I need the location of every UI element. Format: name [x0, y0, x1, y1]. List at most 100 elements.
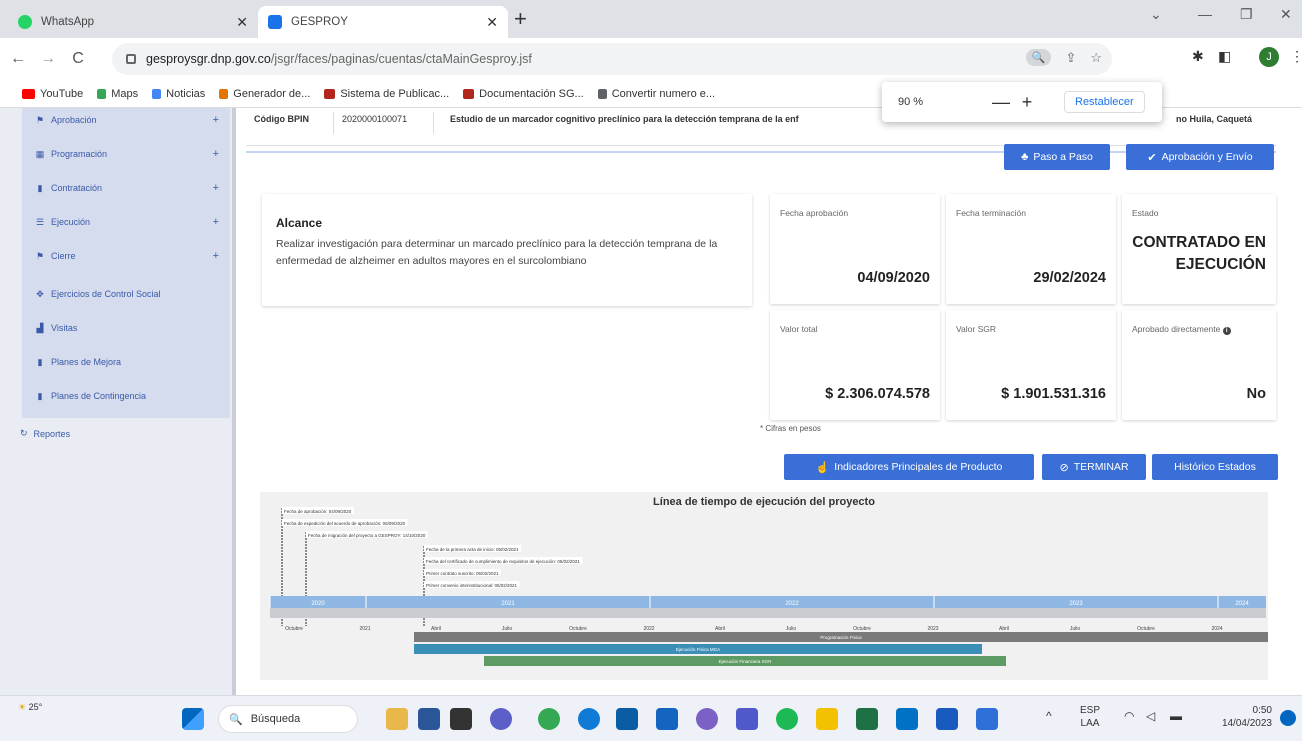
- taskbar-search[interactable]: 🔍 Búsqueda: [218, 705, 358, 733]
- tab-gesproy[interactable]: GESPROY ✕: [258, 6, 508, 38]
- event-label: Primer contrato suscrito: 05/02/2021: [426, 571, 499, 576]
- mail-icon[interactable]: [616, 708, 638, 730]
- estado-card: Estado CONTRATADO EN EJECUCIÓN: [1122, 194, 1276, 304]
- wifi-icon[interactable]: ◠: [1124, 710, 1134, 723]
- new-tab-icon[interactable]: +: [514, 8, 527, 30]
- sidebar-item-control-social[interactable]: ✥ Ejercicios de Control Social: [35, 284, 225, 304]
- close-tab-icon[interactable]: ✕: [486, 14, 498, 31]
- expand-icon[interactable]: +: [213, 250, 219, 262]
- file-explorer-icon[interactable]: [816, 708, 838, 730]
- app-icon[interactable]: [976, 708, 998, 730]
- sidebar-item-planes-contingencia[interactable]: ▮ Planes de Contingencia: [35, 386, 225, 406]
- dnp-icon: [324, 88, 336, 99]
- expand-icon[interactable]: +: [213, 216, 219, 228]
- bookmark-maps[interactable]: Maps: [97, 88, 138, 100]
- reload-icon[interactable]: C: [66, 50, 90, 68]
- indicadores-button[interactable]: ☝ Indicadores Principales de Producto: [784, 454, 1034, 480]
- sidebar-item-cierre[interactable]: ⚑ Cierre +: [35, 246, 225, 266]
- event-label: Fecha de la primera acta de inicio: 05/0…: [426, 547, 519, 552]
- zoom-icon[interactable]: 🔍: [1025, 49, 1052, 66]
- outlook-icon[interactable]: [896, 708, 918, 730]
- minimize-icon[interactable]: —: [1198, 6, 1212, 22]
- teams-icon[interactable]: [736, 708, 758, 730]
- sidebar-item-aprobacion[interactable]: ⚑ Aprobación +: [35, 110, 225, 130]
- users-icon: ♣: [1021, 151, 1029, 163]
- historico-estados-button[interactable]: Histórico Estados: [1152, 454, 1278, 480]
- back-icon[interactable]: ←: [6, 50, 30, 68]
- sidebar-item-reportes[interactable]: ↻ Reportes: [20, 428, 70, 439]
- expand-icon[interactable]: +: [213, 148, 219, 160]
- zoom-out-button[interactable]: —: [988, 92, 1014, 113]
- clock[interactable]: 0:50 14/04/2023: [1204, 704, 1272, 730]
- start-icon[interactable]: [182, 708, 204, 730]
- sidepanel-icon[interactable]: ◧: [1218, 48, 1231, 65]
- close-tab-icon[interactable]: ✕: [236, 14, 248, 31]
- bookmark-generador[interactable]: Generador de...: [219, 88, 310, 100]
- maximize-icon[interactable]: ❐: [1240, 6, 1253, 23]
- share-icon[interactable]: ⇪: [1065, 50, 1076, 66]
- users-icon: ✥: [36, 288, 44, 299]
- bookmark-youtube[interactable]: YouTube: [22, 88, 83, 100]
- expand-icon[interactable]: +: [213, 114, 219, 126]
- url-path: /jsgr/faces/paginas/cuentas/ctaMainGespr…: [270, 52, 532, 66]
- address-bar[interactable]: gesproysgr.dnp.gov.co /jsgr/faces/pagina…: [112, 43, 1112, 75]
- excel-icon[interactable]: [856, 708, 878, 730]
- weather-widget[interactable]: ☀ 25°: [18, 702, 42, 713]
- spotify-icon[interactable]: [776, 708, 798, 730]
- sidebar-item-ejecucion[interactable]: ☰ Ejecución +: [35, 212, 225, 232]
- bpin-label: Código BPIN: [246, 112, 334, 134]
- zoom-reset-button[interactable]: Restablecer: [1064, 91, 1145, 113]
- timeline-chart: Línea de tiempo de ejecución del proyect…: [260, 492, 1268, 680]
- forward-icon[interactable]: →: [36, 50, 60, 68]
- chrome-icon[interactable]: [538, 708, 560, 730]
- paso-a-paso-button[interactable]: ♣ Paso a Paso: [1004, 144, 1110, 170]
- aprobacion-envio-button[interactable]: ✔ Aprobación y Envío: [1126, 144, 1274, 170]
- month-label: Julio: [502, 626, 513, 632]
- star-icon[interactable]: ☆: [1090, 50, 1102, 66]
- info-icon[interactable]: i: [1222, 327, 1231, 335]
- taskbar: ☀ 25° 🔍 Búsqueda ^ ESP LAA ◠ ◁ ▬ 0:50 14/04…: [0, 695, 1302, 741]
- bookmark-sistema-publicacion[interactable]: Sistema de Publicac...: [324, 88, 449, 100]
- widgets-icon[interactable]: [386, 708, 408, 730]
- bookmark-noticias[interactable]: Noticias: [152, 88, 205, 100]
- expand-icon[interactable]: +: [213, 182, 219, 194]
- event-label: Primer convenio interinstitucional: 05/0…: [426, 583, 518, 588]
- timeline-months: Octubre 2021 Abril Julio Octubre 2022 Abril Jul…: [285, 626, 1223, 632]
- terminar-button[interactable]: ⊘ TERMINAR: [1042, 454, 1146, 480]
- profile-avatar[interactable]: J: [1259, 47, 1279, 67]
- chevron-up-icon[interactable]: ^: [1046, 710, 1052, 723]
- sidebar-item-visitas[interactable]: ▟ Visitas: [35, 318, 225, 338]
- language-indicator[interactable]: ESP LAA: [1080, 704, 1100, 730]
- month-label: Octubre: [1137, 626, 1155, 632]
- bookmark-convertir[interactable]: Convertir numero e...: [597, 88, 715, 100]
- app-icon[interactable]: [418, 708, 440, 730]
- year-label: 2020: [311, 601, 325, 607]
- month-label: Octubre: [569, 626, 587, 632]
- event-label: Fecha del certificado de cumplimiento de…: [426, 559, 580, 564]
- sidebar-item-contratacion[interactable]: ▮ Contratación +: [35, 178, 225, 198]
- zoom-in-button[interactable]: +: [1014, 92, 1040, 113]
- battery-icon[interactable]: ▬: [1170, 710, 1182, 723]
- notification-icon[interactable]: [1280, 710, 1296, 726]
- maps-icon: [97, 88, 107, 99]
- volume-icon[interactable]: ◁: [1146, 710, 1155, 723]
- alcance-text: Realizar investigación para determinar u…: [276, 238, 718, 267]
- menu-icon[interactable]: ⋮: [1290, 48, 1302, 65]
- app-icon[interactable]: [656, 708, 678, 730]
- close-window-icon[interactable]: ✕: [1280, 6, 1292, 23]
- main-content: Código BPIN 2020000100071 Estudio de un …: [236, 108, 1302, 695]
- list-icon: ☰: [35, 216, 45, 227]
- word-icon[interactable]: [936, 708, 958, 730]
- extensions-icon[interactable]: ✱: [1192, 48, 1204, 65]
- month-label: Abril: [431, 626, 441, 632]
- sidebar-item-planes-mejora[interactable]: ▮ Planes de Mejora: [35, 352, 225, 372]
- sidebar-item-programacion[interactable]: ▦ Programación +: [35, 144, 225, 164]
- check-icon: ✔: [1147, 151, 1157, 164]
- bookmark-documentacion[interactable]: Documentación SG...: [463, 88, 584, 100]
- edge-icon[interactable]: [578, 708, 600, 730]
- app-icon[interactable]: [450, 708, 472, 730]
- chevron-down-icon[interactable]: ⌄: [1150, 6, 1162, 23]
- chrome-canary-icon[interactable]: [696, 708, 718, 730]
- tab-whatsapp[interactable]: WhatsApp ✕: [8, 6, 258, 38]
- chat-icon[interactable]: [490, 708, 512, 730]
